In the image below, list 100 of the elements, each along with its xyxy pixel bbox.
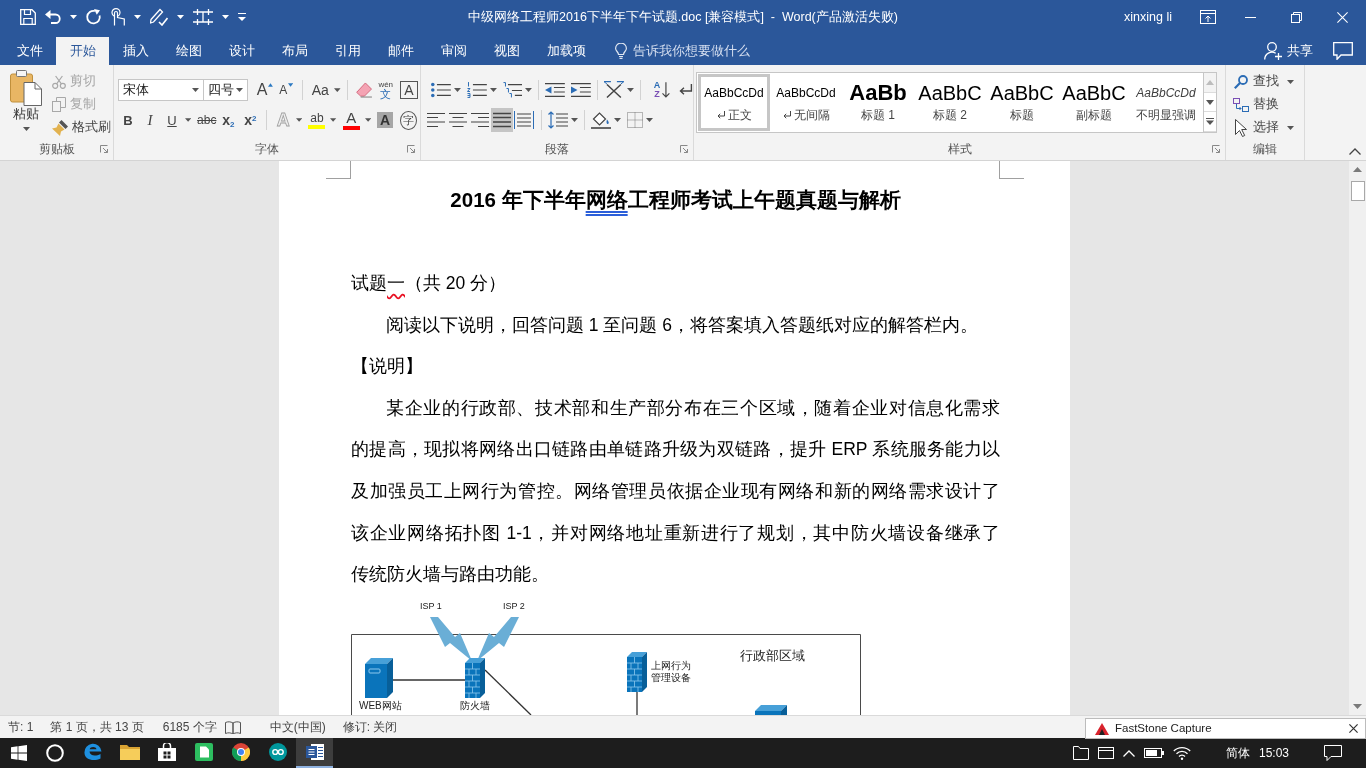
bold-button[interactable]: B [118,109,138,131]
notification-icon[interactable] [1324,745,1342,761]
battery-icon[interactable] [1143,748,1164,758]
section-indicator[interactable]: 节: 1 [8,719,34,735]
ribbon-tab[interactable]: 文件 [3,37,56,65]
dialog-launcher-icon[interactable] [100,145,108,153]
pencil-check-icon[interactable] [150,8,168,26]
style-item[interactable]: AaBbCcDd 不明显强调 [1130,74,1202,131]
ribbon-tab[interactable]: 邮件 [374,37,427,65]
return-arrow-icon[interactable] [679,84,693,96]
caret-icon[interactable] [453,88,461,92]
subscript-button[interactable]: x$_{2}$ [218,109,239,131]
superscript-button[interactable]: x$^{2}$ [240,109,261,131]
caret-icon[interactable] [1287,125,1294,130]
caret-icon[interactable] [70,15,77,19]
folder-icon[interactable] [1072,746,1089,760]
style-item[interactable]: AaBbC 标题 2 [914,74,986,131]
track-changes-status[interactable]: 修订: 关闭 [342,719,398,735]
chevron-up-icon[interactable] [1122,749,1135,757]
restore-icon[interactable] [1291,11,1302,23]
comment-icon[interactable] [1333,42,1353,60]
caret-icon[interactable] [296,118,303,122]
dotted-grid-icon[interactable] [627,112,643,128]
redo-icon[interactable] [86,9,102,25]
save-icon[interactable] [20,9,36,25]
character-border-button[interactable]: A [397,79,420,101]
highlight-button[interactable]: ab [306,109,328,131]
caret-icon[interactable] [489,88,497,92]
page-count[interactable]: 第 1 页，共 13 页 [50,719,144,735]
collapse-ribbon-icon[interactable] [1349,148,1361,155]
share-button[interactable]: 共享 [1264,42,1313,60]
tell-me-field[interactable]: 告诉我你想要做什么 [633,42,767,60]
scroll-up-icon[interactable] [1353,167,1362,172]
style-item[interactable]: AaBbC 副标题 [1058,74,1130,131]
ribbon-display-icon[interactable] [1200,10,1216,24]
cross-arrows-icon[interactable] [603,81,624,99]
caret-icon[interactable] [177,15,184,19]
shrink-font-button[interactable]: A [276,79,297,101]
ribbon-tab[interactable]: 开始 [56,37,109,65]
wifi-icon[interactable] [1172,746,1191,760]
taskbar-button[interactable] [296,738,333,768]
phonetic-guide-button[interactable]: wén 文 [375,79,396,101]
caret-icon[interactable] [1287,79,1294,84]
hand-icon[interactable] [111,8,125,26]
user-name[interactable]: xinxing li [1124,9,1172,25]
italic-button[interactable]: I [140,109,160,131]
dialog-launcher-icon[interactable] [680,145,688,153]
font-name-field[interactable]: 宋体 [118,79,204,101]
ribbon-tab[interactable]: 加载项 [533,37,599,65]
caret-icon[interactable] [364,118,371,122]
caret-icon[interactable] [222,15,229,19]
ribbon-tab[interactable]: 审阅 [427,37,480,65]
caret-icon[interactable] [614,118,621,122]
strikethrough-button[interactable]: abc [195,109,219,131]
select-button[interactable]: 选择 [1231,118,1281,137]
customize-icon[interactable] [238,13,246,21]
paste-button[interactable]: 粘贴 [5,68,47,139]
ribbon-tab[interactable]: 布局 [268,37,321,65]
bullet-list-icon[interactable] [431,82,451,98]
caret-icon[interactable] [334,88,341,92]
window-icon[interactable] [1097,747,1114,759]
caret-icon[interactable] [646,118,653,122]
caret-icon[interactable] [134,15,141,19]
clock-text[interactable]: 15:03 [1258,745,1289,761]
table-lines-icon[interactable] [193,9,213,25]
ring-icon[interactable] [46,744,64,762]
find-button[interactable]: 查找 [1231,74,1281,89]
ribbon-tab[interactable]: 绘图 [162,37,215,65]
caret-icon[interactable] [571,118,578,122]
word-count[interactable]: 6185 个字 [162,719,217,735]
decrease-indent-icon[interactable] [545,82,566,98]
line-spacing-icon[interactable] [548,111,568,129]
numbered-list-icon[interactable] [466,82,487,98]
ribbon-tab[interactable]: 插入 [109,37,162,65]
ribbon-tab[interactable]: 引用 [321,37,374,65]
ribbon-tab[interactable]: 设计 [215,37,268,65]
scroll-down-icon[interactable] [1353,704,1362,709]
align-button[interactable] [513,108,535,132]
caret-icon[interactable] [525,88,533,92]
dialog-launcher-icon[interactable] [407,145,415,153]
scrollbar-thumb[interactable] [1350,181,1365,201]
undo-icon[interactable] [45,10,61,24]
font-size-field[interactable]: 四号 [202,79,248,101]
multilevel-list-icon[interactable] [502,82,523,98]
align-button[interactable] [491,108,513,132]
book-icon[interactable] [224,720,241,734]
font-color-button[interactable]: A [340,109,362,131]
change-case-button[interactable]: Aa [309,79,332,101]
increase-indent-icon[interactable] [571,82,591,98]
windows-logo-icon[interactable] [11,745,27,761]
replace-button[interactable]: 替换 [1231,97,1281,112]
input-method-indicator[interactable]: 简体 [1225,745,1250,761]
paint-bucket-icon[interactable] [591,111,611,129]
close-icon[interactable] [1349,724,1358,733]
style-item[interactable]: AaBb 标题 1 [842,74,914,131]
caret-icon[interactable] [626,88,634,92]
language-indicator[interactable]: 中文(中国) [269,719,326,735]
dialog-launcher-icon[interactable] [1212,145,1220,153]
underline-button[interactable]: U [162,109,182,131]
ribbon-tab[interactable]: 视图 [480,37,533,65]
